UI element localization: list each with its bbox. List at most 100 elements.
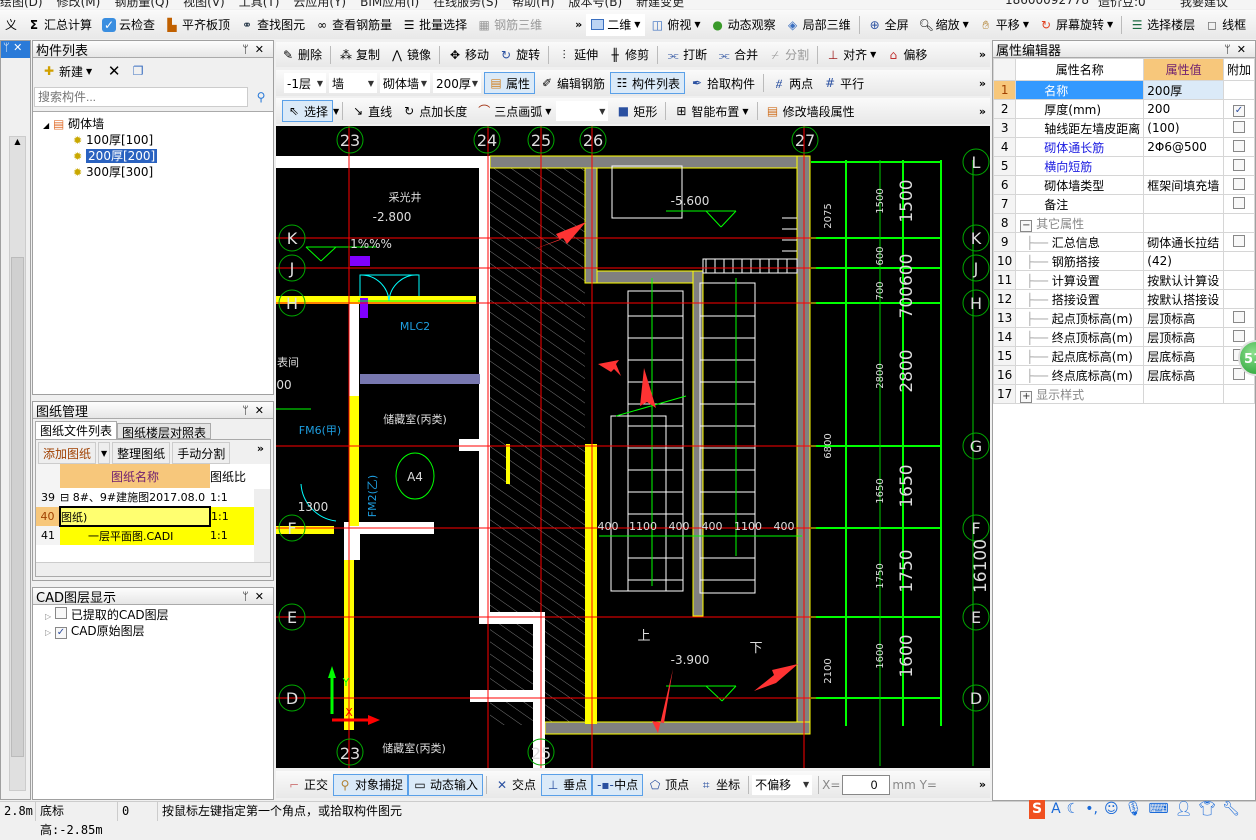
pan-dropdown[interactable]: ✋︎ 平移 ▼ (974, 14, 1034, 36)
parallel-button[interactable]: # 平行 (818, 72, 869, 94)
toolbar-overflow-button[interactable]: » (975, 48, 990, 61)
property-row[interactable]: 2 厚度(mm) 200 ✓ (992, 99, 1256, 119)
wrench-icon[interactable]: 🔧︎ (1222, 800, 1240, 819)
menu-item[interactable]: 在线服务(S) (433, 0, 498, 9)
perpendicular-snap[interactable]: ⊥ 垂点 (541, 773, 593, 796)
edit-rebar-button[interactable]: ✐ 编辑钢筋 (535, 72, 610, 94)
table-row[interactable]: 39 ⊟ 8#、9#建施图2017.08.0 1:1 (36, 488, 254, 507)
property-row[interactable]: 1 名称 200厚 (992, 80, 1256, 100)
punctuation-icon[interactable]: •, (1085, 800, 1098, 819)
checkbox[interactable] (1232, 196, 1245, 209)
move-button[interactable]: ✥ 移动 (443, 44, 494, 66)
add-drawing-button[interactable]: 添加图纸 (38, 442, 97, 464)
table-row-selected[interactable]: 40 图纸) 1:1 (36, 506, 254, 527)
three-point-arc-button[interactable]: ⌒ 三点画弧 ▼ (472, 100, 556, 122)
toolbar-overflow-button[interactable]: » (975, 77, 990, 90)
wireframe-button[interactable]: ◻ 线框 (1200, 14, 1251, 36)
pick-component-button[interactable]: ✒ 拾取构件 (685, 72, 760, 94)
property-value[interactable] (1143, 194, 1224, 214)
properties-button[interactable]: ▤ 属性 (484, 72, 536, 94)
tree-item-selected[interactable]: ✹ 200厚[200] (43, 148, 273, 164)
tree-item[interactable]: ✹ 100厚[100] (43, 132, 273, 148)
horizontal-scrollbar[interactable] (36, 562, 270, 576)
checkbox-checked[interactable]: ✓ (1232, 104, 1245, 117)
vertical-scrollbar[interactable] (254, 489, 270, 565)
property-value[interactable]: (100) (1143, 118, 1224, 138)
property-row[interactable]: 11 ├── 计算设置 按默认计算设 (992, 270, 1256, 290)
property-value[interactable]: 200 (1143, 99, 1224, 119)
view-rebar-button[interactable]: ∞ 查看钢筋量 (310, 14, 397, 36)
component-select[interactable]: 200厚 ▼ (433, 73, 481, 93)
menu-item[interactable]: 工具(T) (239, 0, 280, 9)
keyboard-icon[interactable]: ⌨ (1148, 800, 1168, 819)
user-icon[interactable]: 👤︎ (1175, 800, 1193, 819)
property-value[interactable]: 层底标高 (1143, 365, 1224, 385)
organize-drawing-button[interactable]: 整理图纸 (112, 442, 171, 464)
break-button[interactable]: ⫘ 打断 (661, 44, 712, 66)
local-3d-button[interactable]: ◈ 局部三维 (781, 14, 856, 36)
checkbox[interactable] (1232, 329, 1245, 342)
property-value[interactable]: 层顶标高 (1143, 327, 1224, 347)
zoom-dropdown[interactable]: 🔍︎ 缩放 ▼ (914, 14, 974, 36)
tree-item[interactable]: ✹ 300厚[300] (43, 164, 273, 180)
property-row[interactable]: 6 砌体墙类型 框架间填充墙 (992, 175, 1256, 195)
emoji-icon[interactable]: ☺ (1104, 800, 1119, 819)
rotate-screen-dropdown[interactable]: ↻ 屏幕旋转 ▼ (1034, 14, 1118, 36)
manual-split-button[interactable]: 手动分割 (172, 442, 231, 464)
offset-select[interactable]: 不偏移 ▼ (752, 774, 813, 795)
midpoint-snap[interactable]: -▪- 中点 (592, 773, 644, 796)
property-row[interactable]: 17 + 显示样式 (992, 384, 1256, 404)
property-value[interactable]: 层顶标高 (1143, 308, 1224, 328)
select-dropdown[interactable]: ▼ (333, 107, 339, 116)
menu-item[interactable]: 修改(M) (57, 0, 101, 9)
property-row[interactable]: 13 ├── 起点顶标高(m) 层顶标高 (992, 308, 1256, 328)
property-row[interactable]: 10 ├── 钢筋搭接 (42) (992, 251, 1256, 271)
property-row[interactable]: 3 轴线距左墙皮距离 (100) (992, 118, 1256, 138)
menu-item[interactable]: 绘图(D) (0, 0, 43, 9)
checkbox[interactable] (1232, 158, 1245, 171)
2d-dropdown[interactable]: 二维 ▼ (586, 13, 646, 36)
property-row[interactable]: 9 ├── 汇总信息 砌体通长拉结 (992, 232, 1256, 252)
property-row[interactable]: 16 ├── 终点底标高(m) 层底标高 (992, 365, 1256, 385)
property-value[interactable] (1143, 156, 1224, 176)
property-value[interactable]: 砌体通长拉结 (1143, 232, 1224, 252)
trim-button[interactable]: ╫ 修剪 (603, 44, 654, 66)
layer-item[interactable]: ▷ 已提取的CAD图层 (45, 607, 273, 623)
property-row[interactable]: 5 横向短筋 (992, 156, 1256, 176)
checkbox[interactable] (54, 607, 67, 619)
mic-icon[interactable]: 🎙︎ (1125, 800, 1143, 819)
pin-close-controls[interactable]: ᛘ✕ (242, 404, 270, 417)
coordinate-snap[interactable]: ⌗ 坐标 (694, 774, 745, 796)
property-value[interactable]: 层底标高 (1143, 346, 1224, 366)
toolbar-overflow-button[interactable]: » (975, 105, 990, 118)
ime-toolbar[interactable]: S A ☾ •, ☺ 🎙︎ ⌨ 👤︎ 👕︎ 🔧︎ (1025, 800, 1244, 819)
property-value[interactable]: 按默认搭接设 (1143, 289, 1224, 309)
suggest-link[interactable]: 我要建议 (1180, 0, 1228, 9)
toolbar-overflow-button[interactable]: » (975, 778, 990, 791)
floor-select[interactable]: -1层 ▼ (284, 73, 326, 93)
modify-wall-segment-button[interactable]: ▤ 修改墙段属性 (761, 100, 860, 122)
align-slab-button[interactable]: ▙ 平齐板顶 (160, 14, 235, 36)
property-value[interactable] (1143, 213, 1224, 233)
checkbox[interactable] (1232, 234, 1245, 247)
tree-node-masonry-wall[interactable]: ◢ ▤ 砌体墙 (43, 116, 273, 132)
copy-button[interactable]: ⁂ 复制 (334, 44, 385, 66)
checkbox[interactable] (1232, 120, 1245, 133)
checkbox[interactable] (1232, 177, 1245, 190)
property-value[interactable]: 框架间填充墙 (1143, 175, 1224, 195)
property-row[interactable]: 15 ├── 起点底标高(m) 层底标高 (992, 346, 1256, 366)
property-row[interactable]: 7 备注 (992, 194, 1256, 214)
shirt-icon[interactable]: 👕︎ (1198, 800, 1216, 819)
menu-item[interactable]: 新建变更 (636, 0, 684, 9)
property-row[interactable]: 4 砌体通长筋 2Φ6@500 (992, 137, 1256, 157)
add-drawing-dropdown[interactable]: ▼ (98, 442, 111, 464)
vertex-snap[interactable]: ⬠ 顶点 (643, 774, 694, 796)
find-element-button[interactable]: ⚭ 查找图元 (235, 14, 310, 36)
rectangle-button[interactable]: ■ 矩形 (611, 100, 662, 122)
pin-close-controls[interactable]: ᛘ✕ (1224, 43, 1252, 56)
property-value[interactable] (1143, 384, 1224, 404)
arc-option-select[interactable]: ▼ (556, 101, 609, 121)
menu-item[interactable]: 帮助(H) (512, 0, 554, 9)
property-value[interactable]: 2Φ6@500 (1143, 137, 1224, 157)
pin-close-controls[interactable]: ᛘ✕ (242, 590, 270, 603)
